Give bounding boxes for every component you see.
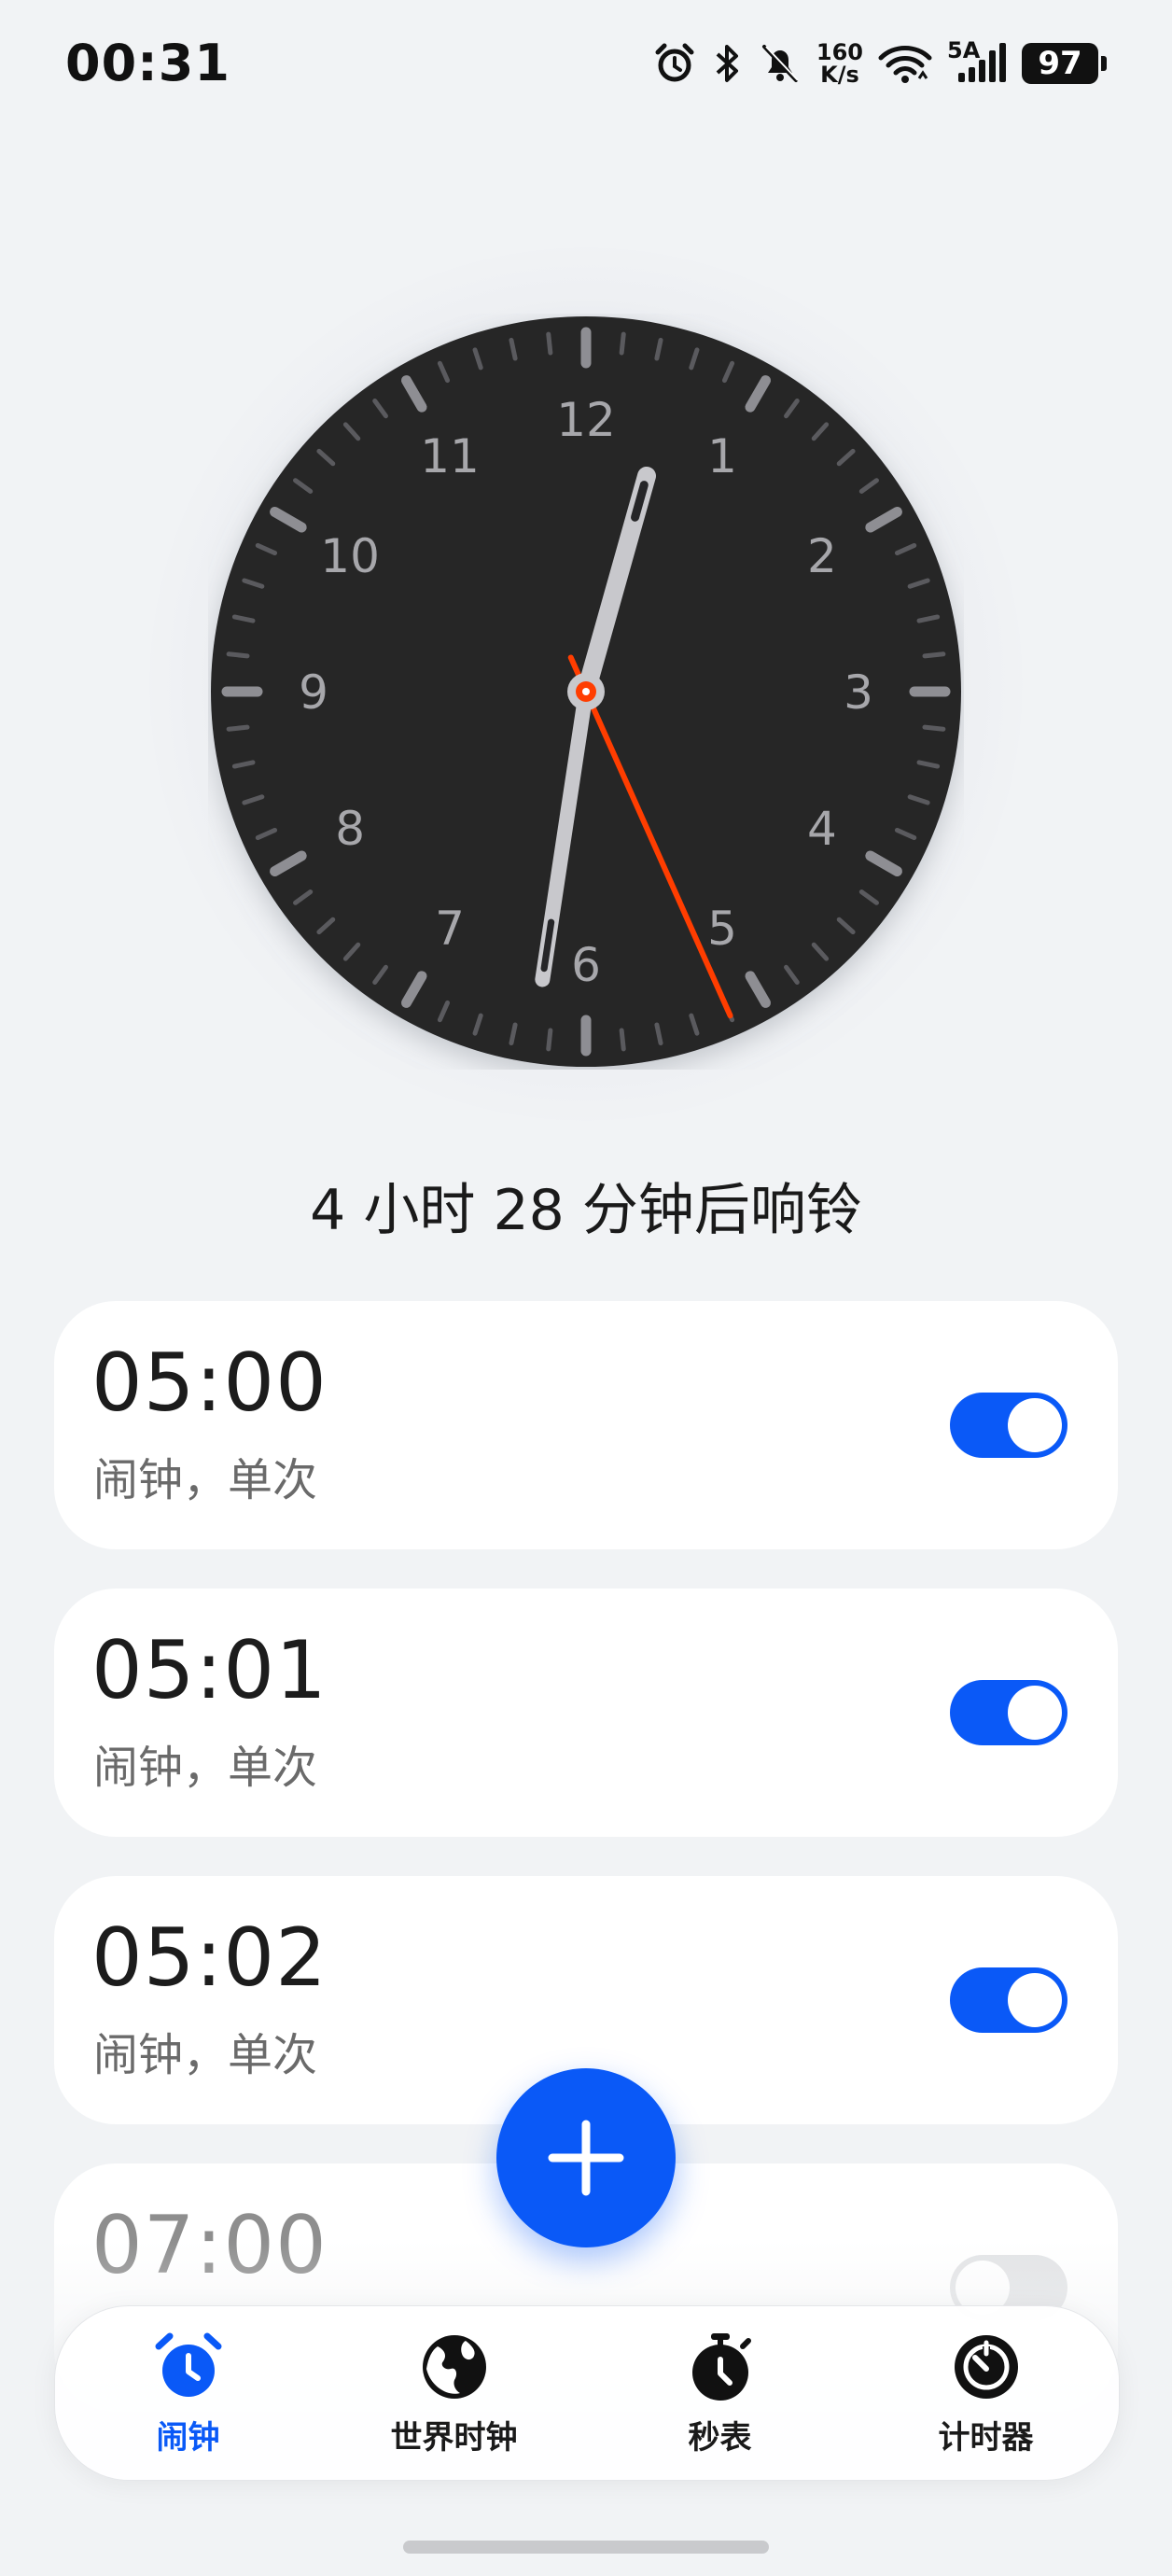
clock-numeral: 8 (335, 802, 365, 856)
minor-tick (546, 1028, 553, 1052)
toggle-knob (1008, 1398, 1062, 1452)
clock-numeral: 12 (556, 393, 616, 447)
clock-numeral: 7 (435, 902, 465, 956)
alarm-label: 闹钟，单次 (93, 1454, 318, 1506)
clock-numeral: 2 (807, 529, 837, 583)
tab-label: 闹钟 (156, 2418, 220, 2457)
alarm-time: 05:02 (91, 1911, 328, 2005)
alarm-clock-icon (151, 2330, 226, 2404)
clock-numeral: 3 (844, 665, 873, 720)
bottom-tab-bar: 闹钟 世界时钟 秒表 计时器 (54, 2305, 1120, 2481)
battery-tip (1101, 56, 1107, 71)
analog-clock: 12 1 2 3 4 5 6 7 8 9 10 11 (208, 314, 964, 1070)
mute-bell-icon (759, 41, 802, 86)
toggle-knob (1008, 1973, 1062, 2027)
alarm-item[interactable]: 05:00 闹钟，单次 (54, 1301, 1118, 1549)
status-icons: 160 K/s 5A 97 (652, 35, 1107, 91)
stopwatch-icon (683, 2330, 758, 2404)
center-pin (582, 688, 590, 695)
clock-numeral: 1 (707, 429, 737, 483)
network-speed-value: 160 (816, 39, 863, 65)
tab-label: 世界时钟 (390, 2418, 518, 2457)
tab-label: 秒表 (688, 2418, 752, 2457)
signal-icon: 5A (947, 37, 1007, 86)
home-indicator[interactable] (403, 2541, 769, 2554)
minor-tick (922, 724, 946, 732)
minor-tick (226, 724, 250, 732)
alarm-toggle[interactable] (950, 1680, 1067, 1745)
alarm-item[interactable]: 05:01 闹钟，单次 (54, 1589, 1118, 1837)
add-alarm-button[interactable] (496, 2068, 676, 2247)
alarm-clock-icon (652, 41, 697, 86)
status-bar: 00:31 160 K/s 5A 97 (0, 0, 1172, 131)
bluetooth-icon (712, 41, 744, 86)
minor-tick (619, 331, 626, 356)
minor-tick (546, 331, 553, 356)
alarm-label: 闹钟，单次 (93, 1742, 318, 1794)
clock-numeral: 4 (807, 802, 837, 856)
clock-numeral: 9 (299, 665, 328, 720)
tab-world-clock[interactable]: 世界时钟 (338, 2330, 571, 2457)
clock-numeral: 6 (571, 938, 601, 992)
wifi-icon (878, 41, 932, 86)
battery-icon: 97 (1022, 43, 1107, 84)
plus-icon (548, 2120, 624, 2196)
tab-alarm[interactable]: 闹钟 (72, 2330, 305, 2457)
tab-timer[interactable]: 计时器 (870, 2330, 1103, 2457)
clock-face: 121234567891011 (211, 316, 961, 1067)
status-time: 00:31 (65, 34, 230, 92)
next-alarm-countdown: 4 小时 28 分钟后响铃 (310, 1178, 862, 1243)
alarm-toggle[interactable] (950, 1967, 1067, 2033)
alarm-time: 05:01 (91, 1624, 328, 1717)
network-speed: 160 K/s (816, 41, 863, 86)
battery-level: 97 (1022, 43, 1098, 84)
tab-stopwatch[interactable]: 秒表 (604, 2330, 837, 2457)
clock-numeral: 5 (707, 902, 737, 956)
network-speed-unit: K/s (820, 62, 859, 88)
minor-tick (922, 651, 946, 659)
minor-tick (619, 1028, 626, 1052)
clock-numeral: 11 (420, 429, 480, 483)
clock-numeral: 10 (320, 529, 380, 583)
globe-icon (417, 2330, 492, 2404)
network-type-label: 5A (947, 37, 981, 63)
alarm-toggle[interactable] (950, 1393, 1067, 1458)
alarm-time: 05:00 (91, 1337, 328, 1430)
minor-tick (226, 651, 250, 659)
alarm-label: 闹钟，单次 (93, 2029, 318, 2081)
tab-label: 计时器 (938, 2418, 1034, 2457)
toggle-knob (1008, 1686, 1062, 1740)
timer-icon (949, 2330, 1024, 2404)
